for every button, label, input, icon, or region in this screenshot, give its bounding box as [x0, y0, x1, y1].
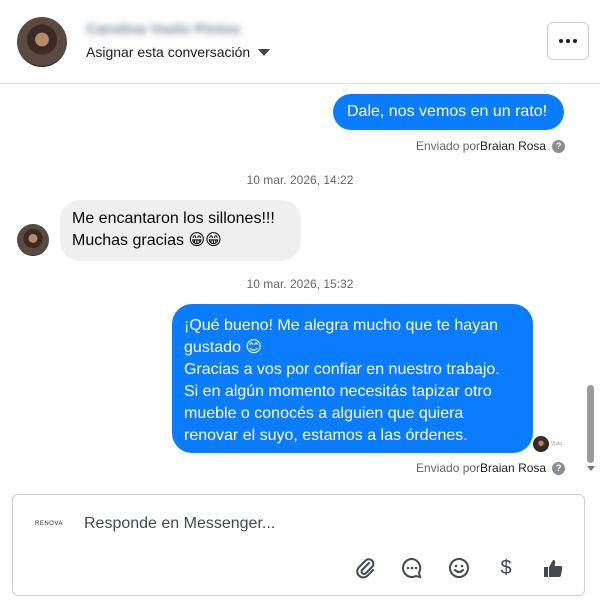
- timestamp: 10 mar. 2026, 15:32: [246, 277, 354, 291]
- message-line: Si en algún momento necesitás tapizar ot…: [184, 383, 492, 400]
- dollar-icon[interactable]: $: [493, 555, 519, 581]
- sent-by-line: Enviado por Braian Rosa ?: [416, 461, 566, 475]
- emoji-icon[interactable]: [446, 555, 472, 581]
- message-composer: RENOVA $: [12, 494, 585, 596]
- seen-indicator: Visto: [551, 441, 563, 447]
- dot-icon: [566, 39, 570, 43]
- help-icon[interactable]: ?: [552, 461, 566, 475]
- dot-icon: [559, 39, 563, 43]
- chat-bubble-icon[interactable]: [399, 555, 425, 581]
- thumbs-up-icon[interactable]: [540, 555, 566, 581]
- dot-icon: [573, 39, 577, 43]
- message-line: renovar el suyo, estamos a las órdenes.: [184, 427, 468, 444]
- message-line: gustado 😊: [184, 339, 263, 356]
- more-options-button[interactable]: [547, 22, 589, 60]
- message-thread: Dale, nos vemos en un rato! Enviado por B…: [0, 85, 600, 485]
- message-line: Me encantaron los sillones!!!: [72, 210, 275, 227]
- sent-by-author[interactable]: Braian Rosa: [480, 461, 546, 475]
- paperclip-icon[interactable]: [352, 555, 378, 581]
- message-line: Muchas gracias 😁😁: [72, 232, 222, 249]
- sent-by-prefix: Enviado por: [416, 139, 481, 153]
- message-input[interactable]: [84, 515, 484, 533]
- message-line: Gracias a vos por confiar en nuestro tra…: [184, 361, 500, 378]
- contact-avatar[interactable]: [17, 17, 67, 67]
- scroll-down-arrow-icon[interactable]: [587, 466, 595, 471]
- sent-by-author[interactable]: Braian Rosa: [480, 139, 546, 153]
- page-brand-logo: RENOVA: [35, 521, 63, 527]
- help-icon[interactable]: ?: [552, 139, 566, 153]
- seen-avatar: [533, 436, 549, 452]
- message-line: ¡Qué bueno! Me alegra mucho que te hayan: [184, 317, 498, 334]
- sent-by-line: Enviado por Braian Rosa ?: [416, 139, 566, 153]
- sent-by-prefix: Enviado por: [416, 461, 481, 475]
- assign-label: Asignar esta conversación: [86, 44, 251, 60]
- contact-avatar-small[interactable]: [17, 224, 49, 256]
- timestamp: 10 mar. 2026, 14:22: [246, 173, 354, 187]
- message-bubble-incoming[interactable]: Me encantaron los sillones!!! Muchas gra…: [60, 200, 301, 261]
- caret-down-icon: [258, 49, 271, 56]
- assign-conversation-dropdown[interactable]: Asignar esta conversación: [86, 44, 271, 60]
- message-bubble-outgoing[interactable]: ¡Qué bueno! Me alegra mucho que te hayan…: [172, 304, 533, 453]
- scrollbar-thumb[interactable]: [587, 385, 594, 463]
- message-line: mueble o conocés a alguien que quiera: [184, 405, 464, 422]
- message-bubble-outgoing[interactable]: Dale, nos vemos en un rato!: [333, 94, 564, 130]
- conversation-header: Carolina Vuelo Pintos Asignar esta conve…: [0, 0, 600, 84]
- contact-name[interactable]: Carolina Vuelo Pintos: [86, 21, 240, 38]
